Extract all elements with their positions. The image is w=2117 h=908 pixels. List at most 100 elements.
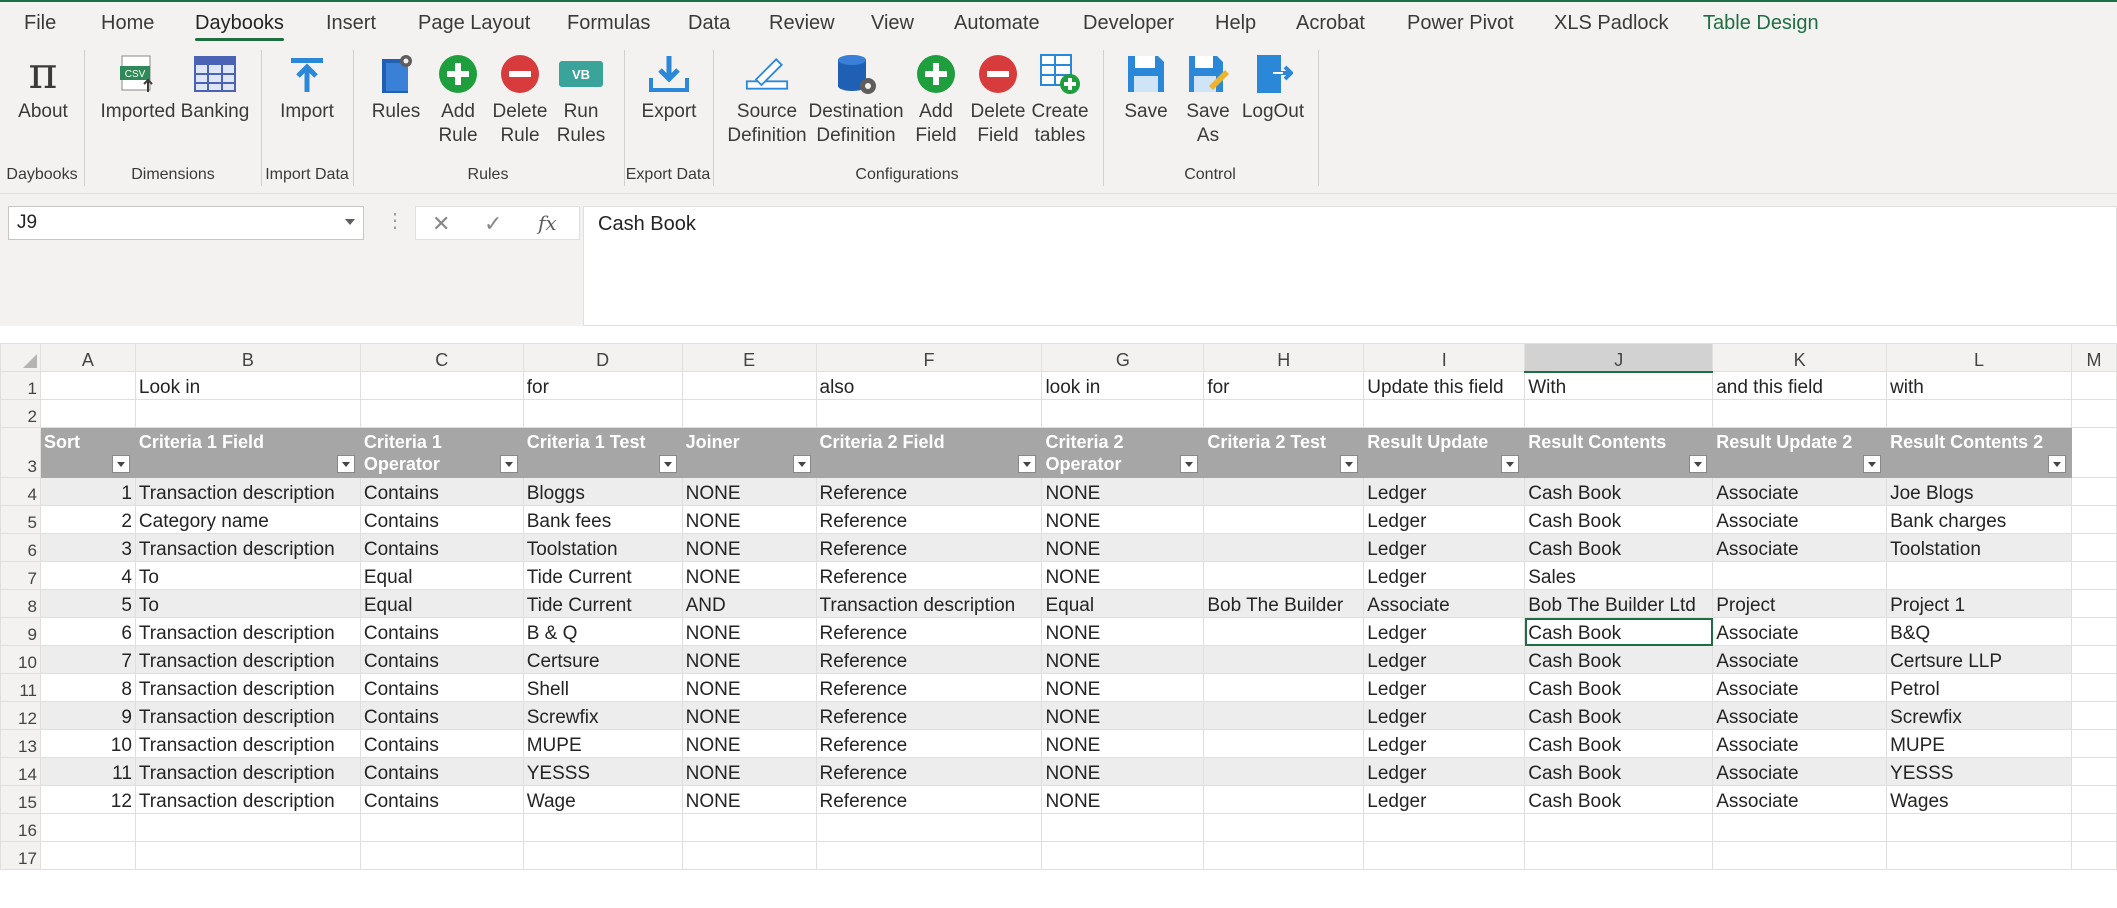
column-header-a[interactable]: A: [39, 343, 136, 372]
cell[interactable]: [522, 813, 683, 842]
table-cell[interactable]: Equal: [359, 561, 524, 590]
table-cell[interactable]: Ledger: [1363, 729, 1526, 758]
name-box[interactable]: J9: [8, 206, 364, 240]
table-cell[interactable]: NONE: [1041, 477, 1205, 506]
delete-field-button[interactable]: Delete Field: [967, 52, 1029, 148]
cell[interactable]: [2070, 841, 2117, 870]
cell[interactable]: [2070, 371, 2117, 400]
table-cell[interactable]: Shell: [522, 673, 683, 702]
table-cell[interactable]: Reference: [815, 477, 1043, 506]
cell[interactable]: [39, 813, 136, 842]
table-cell[interactable]: [1203, 757, 1365, 786]
table-cell[interactable]: [1203, 701, 1365, 730]
row-header[interactable]: 3: [0, 427, 41, 478]
column-header-e[interactable]: E: [681, 343, 817, 372]
table-cell[interactable]: Associate: [1712, 785, 1888, 814]
table-cell[interactable]: Ledger: [1363, 477, 1526, 506]
table-cell[interactable]: Reference: [815, 729, 1043, 758]
table-cell[interactable]: Reference: [815, 617, 1043, 646]
table-cell[interactable]: Associate: [1712, 505, 1888, 534]
cell-g1[interactable]: look in: [1041, 371, 1205, 400]
cell-c1[interactable]: [359, 371, 524, 400]
delete-rule-button[interactable]: Delete Rule: [489, 52, 551, 148]
table-cell[interactable]: Associate: [1712, 757, 1888, 786]
tab-daybooks[interactable]: Daybooks: [195, 12, 284, 41]
column-header-b[interactable]: B: [134, 343, 361, 372]
table-cell[interactable]: 11: [39, 757, 136, 786]
save-button[interactable]: Save: [1117, 52, 1175, 124]
about-button[interactable]: π About: [14, 52, 72, 124]
cell[interactable]: [2070, 533, 2117, 562]
table-header-cell[interactable]: Result Contents 2: [1886, 427, 2072, 478]
column-header-k[interactable]: K: [1712, 343, 1888, 372]
table-cell[interactable]: B&Q: [1886, 617, 2072, 646]
table-cell[interactable]: Reference: [815, 757, 1043, 786]
filter-dropdown-icon[interactable]: [1501, 455, 1520, 473]
table-cell[interactable]: Toolstation: [1886, 533, 2072, 562]
cell[interactable]: [2070, 505, 2117, 534]
table-cell[interactable]: Transaction description: [134, 729, 361, 758]
tab-xls-padlock[interactable]: XLS Padlock: [1554, 12, 1669, 35]
table-header-cell[interactable]: Result Update: [1363, 427, 1526, 478]
table-cell[interactable]: Reference: [815, 701, 1043, 730]
table-cell[interactable]: [1203, 673, 1365, 702]
column-header-g[interactable]: G: [1041, 343, 1205, 372]
table-cell[interactable]: Reference: [815, 561, 1043, 590]
cell[interactable]: [2070, 399, 2117, 428]
row-header[interactable]: 17: [0, 841, 41, 870]
cell-d2[interactable]: [522, 399, 683, 428]
row-header[interactable]: 8: [0, 589, 41, 618]
table-cell[interactable]: NONE: [681, 785, 817, 814]
table-cell[interactable]: Tide Current: [522, 589, 683, 618]
table-cell[interactable]: 2: [39, 505, 136, 534]
cell-c2[interactable]: [359, 399, 524, 428]
export-button[interactable]: Export: [634, 52, 704, 124]
table-cell[interactable]: Associate: [1712, 477, 1888, 506]
cell[interactable]: [1041, 841, 1205, 870]
row-header[interactable]: 1: [0, 371, 41, 400]
filter-dropdown-icon[interactable]: [499, 455, 518, 473]
cell[interactable]: [134, 813, 361, 842]
table-cell[interactable]: Contains: [359, 673, 524, 702]
table-cell[interactable]: NONE: [1041, 645, 1205, 674]
cell[interactable]: [39, 841, 136, 870]
table-cell[interactable]: Project 1: [1886, 589, 2072, 618]
table-header-cell[interactable]: Result Contents: [1524, 427, 1714, 478]
table-cell[interactable]: Bob The Builder: [1203, 589, 1365, 618]
table-cell[interactable]: Ledger: [1363, 757, 1526, 786]
table-cell[interactable]: Contains: [359, 645, 524, 674]
cell-h1[interactable]: for: [1203, 371, 1365, 400]
cell[interactable]: [2070, 561, 2117, 590]
table-cell[interactable]: Transaction description: [134, 477, 361, 506]
cell[interactable]: [1203, 841, 1365, 870]
table-cell[interactable]: Reference: [815, 505, 1043, 534]
table-cell[interactable]: MUPE: [522, 729, 683, 758]
table-cell[interactable]: Screwfix: [522, 701, 683, 730]
table-cell[interactable]: Tide Current: [522, 561, 683, 590]
column-header-c[interactable]: C: [359, 343, 524, 372]
source-definition-button[interactable]: Source Definition: [722, 52, 812, 148]
tab-automate[interactable]: Automate: [954, 12, 1040, 35]
filter-dropdown-icon[interactable]: [792, 455, 811, 473]
table-cell[interactable]: Sales: [1524, 561, 1714, 590]
table-cell[interactable]: YESSS: [1886, 757, 2072, 786]
table-cell[interactable]: Cash Book: [1524, 757, 1714, 786]
table-cell[interactable]: NONE: [1041, 505, 1205, 534]
cell[interactable]: [1524, 841, 1714, 870]
cell[interactable]: [815, 813, 1043, 842]
table-cell[interactable]: Equal: [359, 589, 524, 618]
table-cell[interactable]: 8: [39, 673, 136, 702]
table-cell[interactable]: YESSS: [522, 757, 683, 786]
cell-e1[interactable]: [681, 371, 817, 400]
table-cell[interactable]: Contains: [359, 533, 524, 562]
table-header-cell[interactable]: Joiner: [681, 427, 817, 478]
cell-j1[interactable]: With: [1524, 371, 1714, 400]
table-cell[interactable]: NONE: [681, 757, 817, 786]
table-cell[interactable]: Cash Book: [1524, 477, 1714, 506]
run-rules-button[interactable]: VB Run Rules: [551, 52, 611, 148]
table-cell[interactable]: NONE: [1041, 561, 1205, 590]
table-cell[interactable]: Reference: [815, 645, 1043, 674]
table-cell[interactable]: NONE: [1041, 701, 1205, 730]
table-header-cell[interactable]: Criteria 1 Operator: [359, 427, 524, 478]
cell[interactable]: [2070, 427, 2117, 478]
